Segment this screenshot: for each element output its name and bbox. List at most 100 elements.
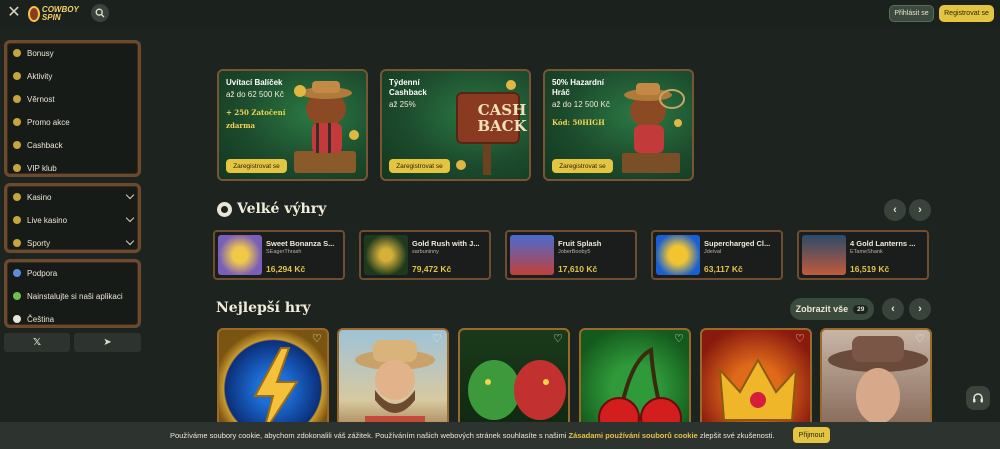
chevron-down-icon — [125, 190, 135, 200]
show-all-button[interactable]: Zobrazit vše 29 — [790, 298, 874, 320]
game-thumbnail — [510, 235, 554, 275]
sidebar-item-cashback[interactable]: Cashback — [13, 138, 137, 152]
promo-card-high-roller[interactable]: 50% Hazardní Hráč až do 12 500 Kč Kód: 5… — [543, 69, 694, 181]
sidebar-item-label: Podpora — [27, 268, 58, 278]
promo-card-cashback[interactable]: CASH BACK Týdenní Cashback až 25% Zaregi… — [380, 69, 531, 181]
sidebar-games-group: Kasino Live kasino Sporty — [4, 183, 141, 253]
promo-title: Týdenní Cashback — [389, 78, 427, 97]
big-win-card[interactable]: Fruit Splash JoberBooby5 17,610 Kč — [505, 230, 637, 280]
cookie-policy-link[interactable]: Zásadami používání souborů cookie — [569, 431, 698, 440]
game-thumbnail — [364, 235, 408, 275]
promo-title: Uvítací Balíček — [226, 78, 283, 87]
search-icon — [95, 8, 105, 18]
cowboy-bull-illustration — [294, 81, 359, 173]
big-wins-title: Velké výhry — [237, 201, 327, 217]
win-amount: 17,610 Kč — [558, 264, 598, 274]
logo[interactable]: COWBOY SPIN — [28, 2, 80, 26]
favorite-heart-icon[interactable]: ♡ — [553, 334, 564, 345]
sidebar-item-label: Čeština — [27, 314, 55, 324]
game-thumbnail — [218, 235, 262, 275]
best-games-title: Nejlepší hry — [216, 300, 311, 316]
chevron-left-icon: ‹ — [891, 303, 895, 315]
win-amount: 16,519 Kč — [850, 264, 890, 274]
promo-highlight-2: zdarma — [226, 121, 256, 130]
promo-register-button[interactable]: Zaregistrovat se — [226, 159, 287, 173]
show-all-label: Zobrazit vše — [795, 304, 849, 314]
sidebar-item-bonusy[interactable]: Bonusy — [13, 46, 137, 60]
close-icon[interactable]: ✕ — [7, 5, 21, 21]
chevron-left-icon: ‹ — [893, 204, 897, 216]
sidebar-item-promo-akce[interactable]: Promo akce — [13, 115, 137, 129]
sidebar-item-install-app[interactable]: Nainstalujte si naši aplikaci — [13, 289, 137, 303]
big-win-card[interactable]: Sweet Bonanza S... SEagerThrash 16,294 K… — [213, 230, 345, 280]
promo-title: 50% Hazardní Hráč — [552, 78, 605, 97]
best-games-next-button[interactable]: › — [909, 298, 931, 320]
sidebar-item-sporty[interactable]: Sporty — [13, 236, 137, 250]
cookie-text-before: Používáme soubory cookie, abychom zdokon… — [170, 431, 569, 440]
win-username: ETameShank — [850, 249, 883, 255]
favorite-heart-icon[interactable]: ♡ — [915, 334, 926, 345]
promo-code: Kód: 50HIGH — [552, 118, 605, 127]
trophy-icon — [217, 202, 232, 217]
promo-sub: až do 12 500 Kč — [552, 100, 610, 109]
support-icon — [13, 269, 21, 277]
win-amount: 63,117 Kč — [704, 264, 743, 274]
win-game-name: Fruit Splash — [558, 239, 602, 248]
sidebar-item-label: Kasino — [27, 192, 52, 202]
big-win-card[interactable]: Gold Rush with J... sarbuninny 79,472 Kč — [359, 230, 491, 280]
big-wins-prev-button[interactable]: ‹ — [884, 199, 906, 221]
logo-text: COWBOY SPIN — [41, 5, 79, 22]
game-thumbnail — [656, 235, 700, 275]
big-win-card[interactable]: Supercharged Cl... Jdeival 63,117 Kč — [651, 230, 783, 280]
chevron-right-icon: › — [918, 303, 922, 315]
big-win-card[interactable]: 4 Gold Lanterns ... ETameShank 16,519 Kč — [797, 230, 929, 280]
chevron-down-icon — [125, 213, 135, 223]
bull-icon — [28, 6, 40, 22]
promo-register-button[interactable]: Zaregistrovat se — [389, 159, 450, 173]
gift-icon — [13, 118, 21, 126]
search-button[interactable] — [91, 4, 109, 22]
cookie-banner: Používáme soubory cookie, abychom zdokon… — [0, 422, 1000, 449]
telegram-social-button[interactable]: ➤ — [74, 333, 141, 352]
promo-card-welcome[interactable]: Uvítací Balíček až do 62 500 Kč + 250 Za… — [217, 69, 368, 181]
star-icon — [13, 72, 21, 80]
favorite-heart-icon[interactable]: ♡ — [312, 334, 323, 345]
sidebar-item-label: Aktivity — [27, 71, 53, 81]
sports-icon — [13, 239, 21, 247]
register-button[interactable]: Registrovat se — [939, 5, 994, 22]
sidebar-misc-group: Podpora Nainstalujte si naši aplikaci Če… — [4, 259, 141, 328]
flag-cz-icon — [13, 315, 21, 323]
win-game-name: Sweet Bonanza S... — [266, 239, 335, 248]
support-chat-button[interactable] — [966, 386, 990, 410]
sidebar-item-podpora[interactable]: Podpora — [13, 266, 137, 280]
favorite-heart-icon[interactable]: ♡ — [674, 334, 685, 345]
sidebar-item-kasino[interactable]: Kasino — [13, 190, 137, 204]
accept-cookies-button[interactable]: Přijmout — [793, 427, 830, 443]
sidebar-item-label: Live kasino — [27, 215, 68, 225]
live-icon — [13, 216, 21, 224]
favorite-heart-icon[interactable]: ♡ — [795, 334, 806, 345]
best-games-prev-button[interactable]: ‹ — [882, 298, 904, 320]
win-game-name: Supercharged Cl... — [704, 239, 771, 248]
crown-icon — [13, 95, 21, 103]
promo-sub: až 25% — [389, 100, 416, 109]
win-amount: 16,294 Kč — [266, 264, 306, 274]
x-social-button[interactable]: 𝕏 — [4, 333, 70, 352]
sidebar-item-live-kasino[interactable]: Live kasino — [13, 213, 137, 227]
favorite-heart-icon[interactable]: ♡ — [432, 334, 443, 345]
sidebar-item-vernost[interactable]: Věrnost — [13, 92, 137, 106]
sidebar-promo-group: Bonusy Aktivity Věrnost Promo akce Cashb… — [4, 40, 141, 177]
win-game-name: Gold Rush with J... — [412, 239, 480, 248]
win-username: sarbuninny — [412, 249, 439, 255]
sidebar-item-label: Věrnost — [27, 94, 55, 104]
sidebar-item-vip-klub[interactable]: VIP klub — [13, 161, 137, 175]
win-game-name: 4 Gold Lanterns ... — [850, 239, 916, 248]
sidebar-item-aktivity[interactable]: Aktivity — [13, 69, 137, 83]
sidebar-item-language[interactable]: Čeština — [13, 312, 137, 326]
big-wins-next-button[interactable]: › — [909, 199, 931, 221]
chevron-right-icon: › — [918, 204, 922, 216]
promo-register-button[interactable]: Zaregistrovat se — [552, 159, 613, 173]
login-button[interactable]: Přihlásit se — [889, 5, 934, 22]
sidebar-item-label: Sporty — [27, 238, 51, 248]
win-username: JoberBooby5 — [558, 249, 591, 255]
